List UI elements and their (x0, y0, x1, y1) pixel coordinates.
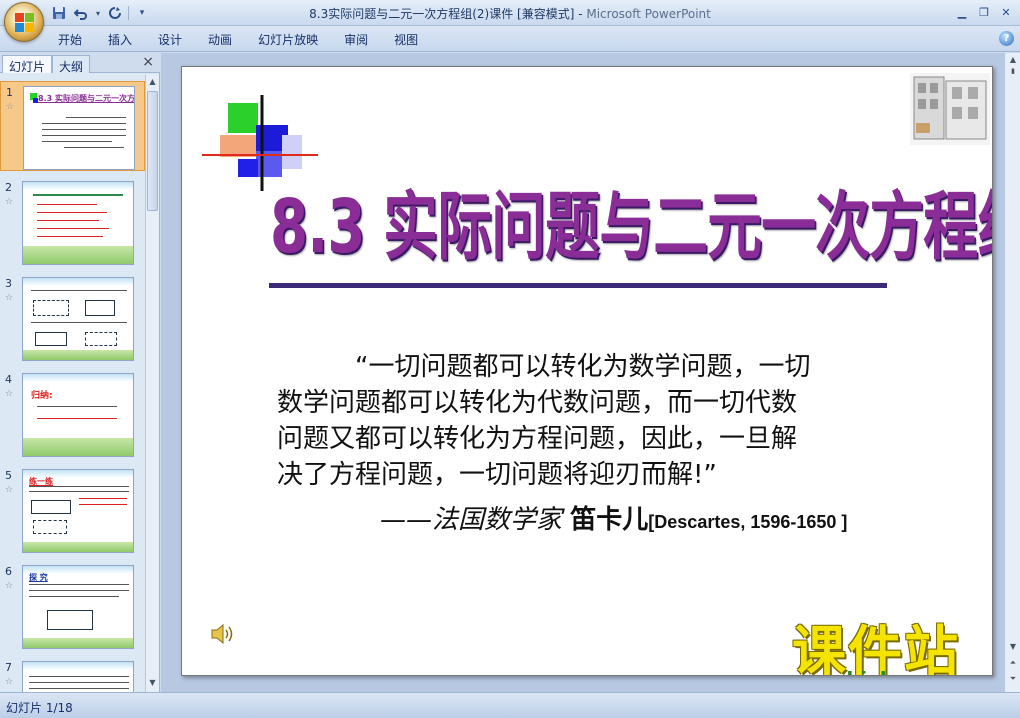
slide-number: 5 (5, 469, 12, 482)
document-name: 8.3实际问题与二元一次方程组(2)课件 [兼容模式] (309, 7, 575, 21)
status-bar: 幻灯片 1/18 (0, 692, 1020, 718)
transition-star-icon: ☆ (6, 102, 15, 112)
close-pane-icon[interactable]: × (142, 54, 154, 70)
watermark-url: www.kjzhan.com (782, 667, 983, 675)
current-slide[interactable]: 8.3 实际问题与二元一次方程组(2) “一切问题都可以转化为数学问题，一切 数… (181, 66, 993, 676)
slide-thumbnail-5[interactable]: 5 ☆ 练一练 (0, 465, 145, 555)
title-separator: - (574, 7, 587, 21)
slide-thumbnail-2[interactable]: 2 ☆ (0, 177, 145, 267)
slide-indicator: 幻灯片 1/18 (6, 701, 73, 715)
close-icon[interactable]: ✕ (996, 3, 1016, 21)
transition-star-icon: ☆ (5, 677, 14, 687)
next-slide-icon[interactable]: ⏷ (1007, 674, 1019, 688)
slide-number: 7 (5, 661, 12, 674)
previous-slide-icon[interactable]: ⏶ (1007, 658, 1019, 672)
minimize-icon[interactable]: ▁ (952, 3, 972, 21)
slide-preview (22, 277, 134, 361)
pane-tabs: 幻灯片 大纲 × (0, 53, 160, 74)
tab-animations[interactable]: 动画 (208, 31, 249, 48)
office-button[interactable] (4, 2, 44, 42)
ribbon: 开始 插入 设计 动画 幻灯片放映 审阅 视图 ? (0, 26, 1020, 52)
transition-star-icon: ☆ (5, 485, 14, 495)
watermark-logo: 课件站 (792, 620, 960, 676)
tab-slides[interactable]: 幻灯片 (2, 55, 53, 74)
transition-star-icon: ☆ (5, 197, 14, 207)
thumb-title: 探 究 (29, 573, 48, 582)
quote-line-1-text: “一切问题都可以转化为数学问题，一切 (355, 352, 811, 382)
transition-star-icon: ☆ (5, 389, 14, 399)
office-logo-icon (15, 13, 35, 33)
slide-thumbnail-6[interactable]: 6 ☆ 探 究 (0, 561, 145, 651)
slide-number: 4 (5, 373, 12, 386)
slide-preview: 练一练 (22, 469, 134, 553)
quote-text[interactable]: “一切问题都可以转化为数学问题，一切 数学问题都可以转化为代数问题，而一切代数 … (277, 349, 927, 493)
transition-star-icon: ☆ (5, 293, 14, 303)
quote-line-2: 数学问题都可以转化为代数问题，而一切代数 (277, 388, 798, 418)
quote-line-3: 问题又都可以转化为方程问题，因此，一旦解 (277, 424, 798, 454)
thumb-title: 归纳: (31, 391, 53, 401)
tab-view[interactable]: 视图 (394, 31, 435, 48)
slide-preview: 归纳: (22, 373, 134, 457)
slide-preview (22, 181, 134, 265)
tab-slideshow[interactable]: 幻灯片放映 (258, 31, 335, 48)
window-controls: ▁ ❐ ✕ (952, 3, 1016, 21)
corner-building-image (910, 73, 990, 145)
quote-line-4: 决了方程问题，一切问题将迎刃而解!” (277, 460, 717, 490)
slide-editor: 8.3 实际问题与二元一次方程组(2) “一切问题都可以转化为数学问题，一切 数… (161, 53, 1004, 692)
tab-review[interactable]: 审阅 (344, 31, 385, 48)
window-title: 8.3实际问题与二元一次方程组(2)课件 [兼容模式] - Microsoft … (0, 5, 1020, 22)
slide-preview: 探 究 (22, 565, 134, 649)
scroll-thumb[interactable] (147, 91, 158, 211)
slide-preview: 8.3 实际问题与二元一次方程组(2) (23, 86, 135, 170)
help-icon[interactable]: ? (999, 31, 1014, 46)
attribution-dash: —— (380, 505, 432, 535)
slide-number: 2 (5, 181, 12, 194)
thumb-title: 8.3 实际问题与二元一次方程组(2) (38, 94, 135, 103)
slide-number: 3 (5, 277, 12, 290)
transition-star-icon: ☆ (5, 581, 14, 591)
attribution-country: 法国数学家 (432, 505, 563, 535)
scroll-down-icon[interactable]: ▼ (147, 678, 158, 690)
slide-thumbnail-4[interactable]: 4 ☆ 归纳: (0, 369, 145, 459)
tab-design[interactable]: 设计 (158, 31, 199, 48)
tab-insert[interactable]: 插入 (108, 31, 149, 48)
quote-line-1: “一切问题都可以转化为数学问题，一切 (277, 349, 927, 385)
slide-thumbnail-7[interactable]: 7 ☆ (0, 657, 145, 692)
slide-preview (22, 661, 134, 692)
quote-attribution[interactable]: ——法国数学家 笛卡儿[Descartes, 1596-1650 ] (380, 499, 847, 536)
app-name: Microsoft PowerPoint (586, 7, 711, 21)
title-underline (269, 283, 887, 288)
slide-number: 6 (5, 565, 12, 578)
sound-icon[interactable] (210, 622, 236, 646)
slide-number: 1 (6, 86, 13, 99)
scroll-thumb[interactable]: ▮ (1007, 67, 1019, 81)
slide-thumbnails: 1 ☆ 8.3 实际问题与二元一次方程组(2) 2 ☆ (0, 75, 145, 692)
slide-thumbnail-1[interactable]: 1 ☆ 8.3 实际问题与二元一次方程组(2) (0, 81, 145, 171)
slide-title[interactable]: 8.3 实际问题与二元一次方程组(2) (270, 167, 992, 274)
attribution-name: 笛卡儿 (570, 505, 649, 535)
title-bar: ▾ ▾ 8.3实际问题与二元一次方程组(2)课件 [兼容模式] - Micros… (0, 0, 1020, 42)
slides-scrollbar[interactable]: ▲ ▼ (145, 75, 159, 692)
scroll-up-icon[interactable]: ▲ (147, 77, 158, 89)
slide-thumbnail-3[interactable]: 3 ☆ (0, 273, 145, 363)
tab-outline[interactable]: 大纲 (52, 55, 91, 74)
slides-pane: 幻灯片 大纲 × 1 ☆ 8.3 实际问题与二元一次方程组(2) 2 ☆ (0, 53, 160, 692)
restore-icon[interactable]: ❐ (974, 3, 994, 21)
tab-home[interactable]: 开始 (58, 31, 99, 48)
attribution-dates: [Descartes, 1596-1650 ] (648, 512, 848, 532)
scroll-down-icon[interactable]: ▼ (1007, 642, 1019, 656)
editor-scrollbar[interactable]: ▲ ▮ ▼ ⏶ ⏷ (1004, 53, 1020, 692)
ribbon-tabs: 开始 插入 设计 动画 幻灯片放映 审阅 视图 (58, 31, 444, 48)
